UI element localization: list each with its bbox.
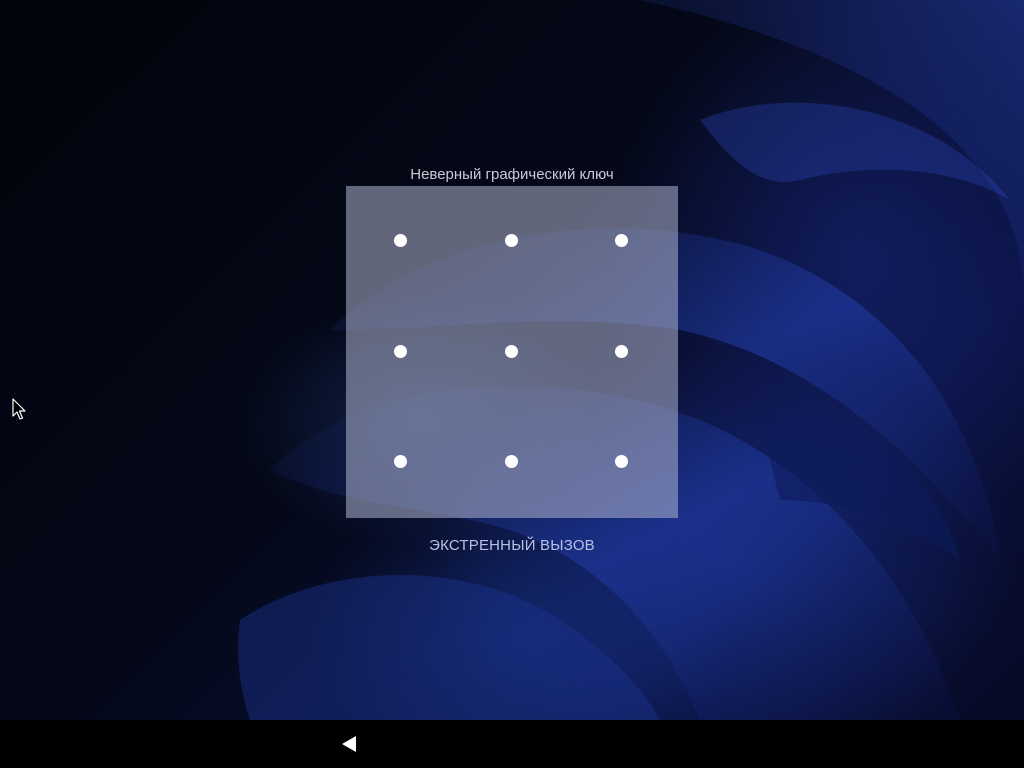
lock-screen: Неверный графический ключ ЭКСТРЕННЫЙ ВЫЗ… [0,0,1024,768]
emergency-call-button[interactable]: ЭКСТРЕННЫЙ ВЫЗОВ [346,534,678,558]
navigation-bar [0,720,1024,768]
mouse-pointer-icon [12,398,26,420]
pattern-dot-9[interactable] [615,455,628,468]
pattern-dot-1[interactable] [394,234,407,247]
wrong-pattern-message: Неверный графический ключ [410,166,614,183]
pattern-dot-3[interactable] [615,234,628,247]
pattern-dot-8[interactable] [505,455,518,468]
back-triangle-icon [342,736,356,752]
pattern-dot-7[interactable] [394,455,407,468]
pattern-lock-pad[interactable] [346,186,678,518]
pattern-dot-4[interactable] [394,345,407,358]
back-button[interactable] [333,728,365,760]
pattern-dot-6[interactable] [615,345,628,358]
pattern-dot-5[interactable] [505,345,518,358]
pattern-dot-2[interactable] [505,234,518,247]
